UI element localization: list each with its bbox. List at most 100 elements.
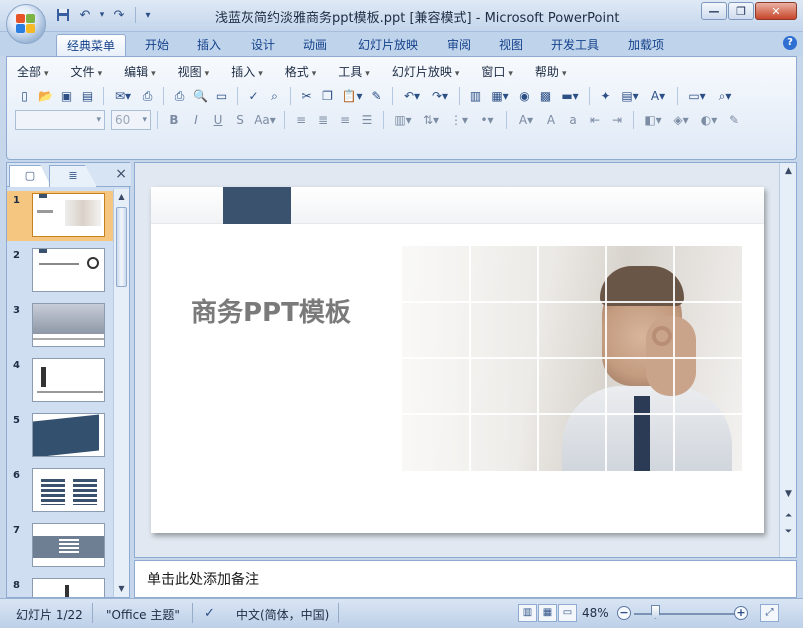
menu-all[interactable]: 全部 ▾ [17, 63, 49, 81]
fit-to-window-icon[interactable]: ⤢ [760, 604, 779, 622]
tab-animation[interactable]: 动画 [294, 34, 336, 56]
grow-font-icon[interactable]: A [541, 110, 561, 130]
menu-file[interactable]: 文件 ▾ [71, 63, 103, 81]
font-name-combo[interactable] [15, 110, 105, 130]
shapes-icon[interactable]: ◈▾ [668, 110, 694, 130]
spell-check-icon[interactable]: ✓ [204, 606, 215, 621]
font-size-combo[interactable]: 60 [111, 110, 151, 130]
change-case-icon[interactable]: Aa▾ [252, 110, 278, 130]
menu-window[interactable]: 窗口 ▾ [481, 63, 513, 81]
help-icon[interactable]: ? [783, 36, 797, 50]
hyperlink-icon[interactable]: ◉ [515, 87, 534, 106]
justify-icon[interactable]: ☰ [357, 110, 377, 130]
cut-icon[interactable]: ✂ [297, 87, 316, 106]
new-slide-icon[interactable]: ✦ [596, 87, 615, 106]
folder-icon[interactable]: ▭▾ [684, 87, 710, 106]
redo-icon[interactable]: ↷▾ [427, 87, 453, 106]
slide-title[interactable]: 商务PPT模板 [191, 292, 351, 329]
save-icon[interactable]: ▣ [57, 87, 76, 106]
research-icon[interactable]: ⌕ [265, 87, 284, 106]
tab-design[interactable]: 设计 [242, 34, 284, 56]
decrease-indent-icon[interactable]: ⇤ [585, 110, 605, 130]
menu-edit[interactable]: 编辑 ▾ [124, 63, 156, 81]
slide-sorter-icon[interactable]: ▦ [538, 604, 557, 622]
tab-slides-view[interactable]: ▢ [9, 165, 51, 187]
format-painter-icon[interactable]: ✎ [367, 87, 386, 106]
publish-icon[interactable]: ⎙ [138, 87, 157, 106]
menu-insert[interactable]: 插入 ▾ [231, 63, 263, 81]
editor-scrollbar[interactable]: ▲ ▼ ⏶ ⏷ [779, 163, 796, 557]
previous-slide-icon[interactable]: ⏶ [782, 509, 795, 523]
italic-icon[interactable]: I [186, 110, 206, 130]
screen-icon[interactable]: ▭ [212, 87, 231, 106]
copy-icon[interactable]: ❐ [318, 87, 337, 106]
zoom-slider-thumb[interactable] [651, 605, 660, 619]
slide-thumbnail-8[interactable]: 8 [7, 576, 113, 597]
numbering-icon[interactable]: ⋮▾ [446, 110, 472, 130]
tab-insert[interactable]: 插入 [188, 34, 230, 56]
text-direction-icon[interactable]: ⇅▾ [418, 110, 444, 130]
minimize-button[interactable]: — [701, 2, 727, 20]
slide-thumbnail-6[interactable]: 6 [7, 466, 113, 516]
layout-icon[interactable]: ▤▾ [617, 87, 643, 106]
tab-classic-menu[interactable]: 经典菜单 [56, 34, 126, 56]
open-folder-icon[interactable]: 📂 [36, 87, 55, 106]
slide-thumbnail-7[interactable]: 7 [7, 521, 113, 571]
scroll-down-icon[interactable]: ▼ [782, 487, 795, 501]
increase-indent-icon[interactable]: ⇥ [607, 110, 627, 130]
current-slide[interactable]: 商务PPT模板 [151, 187, 764, 533]
table-icon[interactable]: ▦▾ [487, 87, 513, 106]
tab-addins[interactable]: 加载项 [620, 34, 672, 56]
align-right-icon[interactable]: ≡ [335, 110, 355, 130]
columns-icon[interactable]: ▥▾ [390, 110, 416, 130]
slide-thumbnail-5[interactable]: 5 [7, 411, 113, 461]
slides-scrollbar[interactable]: ▲ ▼ [113, 189, 129, 597]
scroll-thumb[interactable] [116, 207, 127, 287]
print-preview-icon[interactable]: 🔍 [191, 87, 210, 106]
shrink-font-icon[interactable]: a [563, 110, 583, 130]
tab-developer[interactable]: 开发工具 [544, 34, 606, 56]
slide-thumbnail-4[interactable]: 4 [7, 356, 113, 406]
spelling-icon[interactable]: ✓ [244, 87, 263, 106]
tab-slideshow[interactable]: 幻灯片放映 [350, 34, 426, 56]
print-icon[interactable]: ⎙ [170, 87, 189, 106]
tab-view[interactable]: 视图 [490, 34, 532, 56]
align-left-icon[interactable]: ≡ [291, 110, 311, 130]
align-center-icon[interactable]: ≣ [313, 110, 333, 130]
notes-pane[interactable]: 单击此处添加备注 [134, 560, 797, 598]
scroll-down-icon[interactable]: ▼ [115, 582, 128, 596]
panel-close-icon[interactable]: × [115, 166, 127, 182]
menu-format[interactable]: 格式 ▾ [285, 63, 317, 81]
office-button[interactable] [6, 4, 46, 44]
slide-thumbnail-2[interactable]: 2 [7, 246, 113, 296]
tab-outline-view[interactable]: ≣ [49, 165, 97, 187]
notes-placeholder[interactable]: 单击此处添加备注 [147, 569, 259, 589]
slide-thumbnail-3[interactable]: 3 [7, 301, 113, 351]
undo-dropdown-icon[interactable]: ▾ [98, 6, 106, 24]
menu-help[interactable]: 帮助 ▾ [535, 63, 567, 81]
scroll-up-icon[interactable]: ▲ [115, 190, 128, 204]
menu-tools[interactable]: 工具 ▾ [338, 63, 370, 81]
language-indicator[interactable]: 中文(简体，中国) [236, 606, 329, 623]
zoom-level[interactable]: 48% [582, 606, 609, 620]
underline-icon[interactable]: U [208, 110, 228, 130]
save-icon[interactable] [54, 6, 72, 24]
next-slide-icon[interactable]: ⏷ [782, 525, 795, 539]
textbox-icon[interactable]: A▾ [645, 87, 671, 106]
scroll-up-icon[interactable]: ▲ [782, 164, 795, 178]
permission-icon[interactable]: ▤ [78, 87, 97, 106]
slide-photo-man-ok-gesture[interactable] [402, 246, 742, 471]
email-icon[interactable]: ✉▾ [110, 87, 136, 106]
bold-icon[interactable]: B [164, 110, 184, 130]
font-color-icon[interactable]: A▾ [513, 110, 539, 130]
zoom-in-icon[interactable]: + [734, 606, 748, 620]
color-picker-icon[interactable]: ▩ [536, 87, 555, 106]
slide-thumbnail-1[interactable]: 1 [7, 191, 113, 241]
slideshow-view-icon[interactable]: ▭ [558, 604, 577, 622]
new-icon[interactable]: ▯ [15, 87, 34, 106]
tab-home[interactable]: 开始 [136, 34, 178, 56]
customize-qat-icon[interactable]: ▾ [143, 6, 153, 24]
bullets-icon[interactable]: •▾ [474, 110, 500, 130]
shape-fill-icon[interactable]: ◐▾ [696, 110, 722, 130]
normal-view-icon[interactable]: ▥ [518, 604, 537, 622]
